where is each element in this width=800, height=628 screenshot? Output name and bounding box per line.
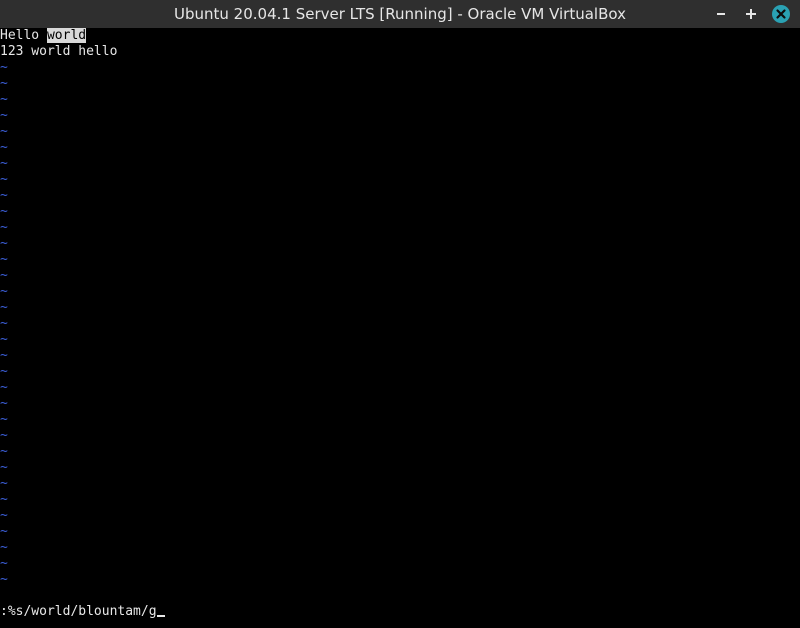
tilde-marker: ~ <box>0 140 8 155</box>
tilde-marker: ~ <box>0 60 8 75</box>
close-icon <box>772 5 790 23</box>
tilde-marker: ~ <box>0 76 8 91</box>
tilde-marker: ~ <box>0 476 8 491</box>
vim-command-line[interactable]: :%s/world/blountam/g <box>0 604 165 620</box>
tilde-marker: ~ <box>0 268 8 283</box>
minimize-button[interactable] <box>710 3 732 25</box>
tilde-marker: ~ <box>0 172 8 187</box>
tilde-marker: ~ <box>0 156 8 171</box>
tilde-marker: ~ <box>0 284 8 299</box>
tilde-marker: ~ <box>0 492 8 507</box>
tilde-marker: ~ <box>0 460 8 475</box>
command-text: :%s/world/blountam/g <box>0 604 157 619</box>
close-button[interactable] <box>770 3 792 25</box>
window-title: Ubuntu 20.04.1 Server LTS [Running] - Or… <box>174 5 626 23</box>
virtualbox-window: Ubuntu 20.04.1 Server LTS [Running] - Or… <box>0 0 800 628</box>
tilde-marker: ~ <box>0 348 8 363</box>
minimize-icon <box>717 13 725 15</box>
line-text: 123 world hello <box>0 44 118 59</box>
tilde-marker: ~ <box>0 412 8 427</box>
buffer-line: 123 world hello <box>0 44 117 60</box>
tilde-marker: ~ <box>0 220 8 235</box>
tilde-marker: ~ <box>0 124 8 139</box>
tilde-marker: ~ <box>0 236 8 251</box>
tilde-marker: ~ <box>0 508 8 523</box>
title-bar[interactable]: Ubuntu 20.04.1 Server LTS [Running] - Or… <box>0 0 800 28</box>
text-cursor <box>156 615 165 617</box>
tilde-marker: ~ <box>0 540 8 555</box>
maximize-button[interactable] <box>740 3 762 25</box>
tilde-marker: ~ <box>0 396 8 411</box>
tilde-marker: ~ <box>0 204 8 219</box>
tilde-marker: ~ <box>0 428 8 443</box>
tilde-marker: ~ <box>0 364 8 379</box>
tilde-marker: ~ <box>0 252 8 267</box>
buffer-line: Hello world <box>0 28 87 44</box>
tilde-marker: ~ <box>0 108 8 123</box>
tilde-marker: ~ <box>0 300 8 315</box>
maximize-icon <box>746 9 756 19</box>
window-controls <box>702 0 792 28</box>
vm-console[interactable]: Hello world 123 world hello ~ ~ ~ ~ ~ ~ ~ ~ ~ ~ ~ ~… <box>0 28 800 628</box>
tilde-marker: ~ <box>0 188 8 203</box>
tilde-marker: ~ <box>0 332 8 347</box>
tilde-marker: ~ <box>0 316 8 331</box>
tilde-marker: ~ <box>0 572 8 587</box>
tilde-marker: ~ <box>0 92 8 107</box>
tilde-marker: ~ <box>0 380 8 395</box>
tilde-marker: ~ <box>0 556 8 571</box>
tilde-marker: ~ <box>0 444 8 459</box>
tilde-marker: ~ <box>0 524 8 539</box>
line-text: Hello <box>0 28 47 43</box>
search-match-highlight: world <box>46 28 87 43</box>
